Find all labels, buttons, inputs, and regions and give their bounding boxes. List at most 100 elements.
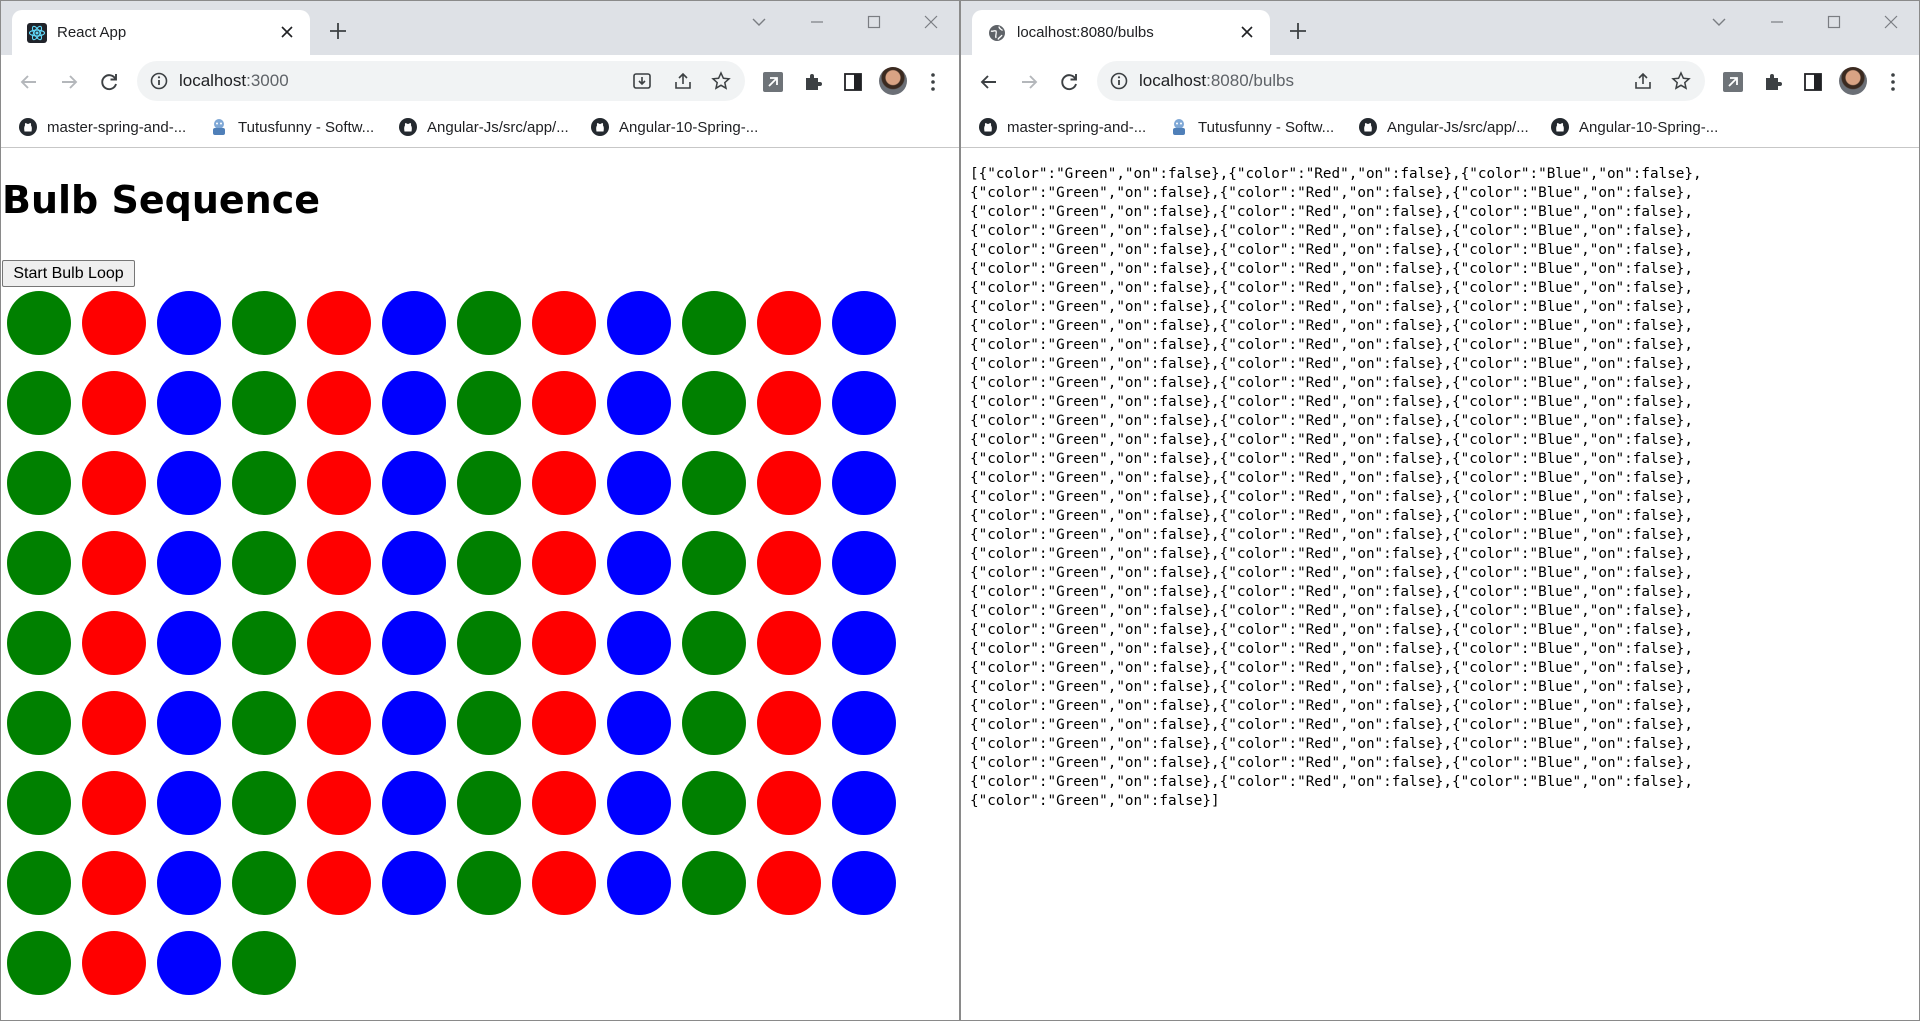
extensions-puzzle-icon[interactable]: [801, 70, 825, 94]
address-bar[interactable]: localhost:3000: [137, 61, 745, 101]
bulb-red: [532, 531, 596, 595]
close-window-icon[interactable]: [913, 9, 949, 35]
bulb-blue: [157, 451, 221, 515]
bulb-red: [532, 611, 596, 675]
bulb-blue: [832, 771, 896, 835]
share-icon[interactable]: [672, 70, 694, 92]
close-tab-icon[interactable]: [1236, 21, 1258, 43]
bulb-green: [682, 451, 746, 515]
json-line: {"color":"Green","on":false},{"color":"R…: [970, 489, 1694, 505]
tab-title: localhost:8080/bulbs: [1017, 24, 1154, 41]
json-line: {"color":"Green","on":false},{"color":"R…: [970, 204, 1694, 220]
bulb-blue: [832, 291, 896, 355]
reload-icon[interactable]: [1057, 70, 1081, 94]
bookmark-item[interactable]: master-spring-and-...: [978, 114, 1146, 140]
tab-react-app[interactable]: React App: [12, 10, 310, 55]
bulb-green: [682, 691, 746, 755]
bulb-green: [457, 611, 521, 675]
back-icon[interactable]: [977, 70, 1001, 94]
bulb-blue: [157, 531, 221, 595]
tab-bulbs-api[interactable]: localhost:8080/bulbs: [972, 10, 1270, 55]
bookmark-label: Angular-Js/src/app/...: [1387, 118, 1529, 136]
bookmark-item[interactable]: Angular-Js/src/app/...: [1358, 114, 1529, 140]
new-tab-icon[interactable]: [1286, 19, 1310, 43]
install-app-icon[interactable]: [631, 70, 653, 92]
bulb-red: [757, 531, 821, 595]
share-icon[interactable]: [1632, 70, 1654, 92]
bookmark-item[interactable]: Tutusfunny - Softw...: [1169, 114, 1334, 140]
back-icon[interactable]: [17, 70, 41, 94]
tab-search-chevron-icon[interactable]: [741, 9, 777, 35]
bookmark-item[interactable]: master-spring-and-...: [18, 114, 186, 140]
extensions-puzzle-icon[interactable]: [1761, 70, 1785, 94]
bookmark-label: master-spring-and-...: [1007, 118, 1147, 136]
bulb-red: [757, 451, 821, 515]
start-bulb-loop-button[interactable]: Start Bulb Loop: [2, 260, 135, 287]
bulb-green: [232, 451, 296, 515]
side-panel-icon[interactable]: [1801, 70, 1825, 94]
close-tab-icon[interactable]: [276, 21, 298, 43]
extension-app-icon[interactable]: [761, 70, 785, 94]
minimize-icon[interactable]: [1759, 9, 1795, 35]
json-line: {"color":"Green","on":false},{"color":"R…: [970, 679, 1694, 695]
bookmark-item[interactable]: Angular-10-Spring-...: [590, 114, 758, 140]
maximize-icon[interactable]: [1816, 9, 1852, 35]
site-info-icon[interactable]: [149, 71, 169, 91]
tab-search-chevron-icon[interactable]: [1701, 9, 1737, 35]
forward-icon[interactable]: [1017, 70, 1041, 94]
bulb-red: [82, 851, 146, 915]
bookmarks-bar: master-spring-and-... Tutusfunny - Softw…: [961, 109, 1919, 148]
json-line: {"color":"Green","on":false},{"color":"R…: [970, 546, 1694, 562]
page-title: Bulb Sequence: [2, 178, 320, 222]
github-icon: [19, 118, 37, 136]
bookmark-label: Angular-10-Spring-...: [619, 118, 759, 136]
url-text[interactable]: localhost:8080/bulbs: [1139, 71, 1294, 91]
bookmark-star-icon[interactable]: [1670, 70, 1692, 92]
bookmark-label: Tutusfunny - Softw...: [238, 118, 375, 136]
github-icon: [979, 118, 997, 136]
json-line: {"color":"Green","on":false},{"color":"R…: [970, 603, 1694, 619]
bulb-blue: [157, 291, 221, 355]
json-line: {"color":"Green","on":false},{"color":"R…: [970, 375, 1694, 391]
json-line: {"color":"Green","on":false},{"color":"R…: [970, 356, 1694, 372]
extension-app-icon[interactable]: [1721, 70, 1745, 94]
bulb-red: [532, 291, 596, 355]
close-window-icon[interactable]: [1873, 9, 1909, 35]
site-info-icon[interactable]: [1109, 71, 1129, 91]
bulb-green: [457, 691, 521, 755]
tutusfunny-icon: [213, 119, 225, 135]
bulb-green: [7, 371, 71, 435]
bulb-green: [457, 531, 521, 595]
bulb-green: [457, 291, 521, 355]
more-menu-icon[interactable]: [1881, 70, 1905, 94]
reload-icon[interactable]: [97, 70, 121, 94]
url-text[interactable]: localhost:3000: [179, 71, 289, 91]
address-bar[interactable]: localhost:8080/bulbs: [1097, 61, 1705, 101]
bulb-green: [232, 611, 296, 675]
more-menu-icon[interactable]: [921, 70, 945, 94]
profile-avatar[interactable]: [1839, 67, 1867, 95]
bulb-blue: [607, 691, 671, 755]
json-line: {"color":"Green","on":false},{"color":"R…: [970, 413, 1694, 429]
bookmark-item[interactable]: Tutusfunny - Softw...: [209, 114, 374, 140]
bulb-blue: [832, 451, 896, 515]
bulb-green: [682, 291, 746, 355]
bulb-green: [682, 371, 746, 435]
profile-avatar[interactable]: [879, 67, 907, 95]
minimize-icon[interactable]: [799, 9, 835, 35]
json-line: {"color":"Green","on":false},{"color":"R…: [970, 508, 1694, 524]
browser-window-bulbs-api: localhost:8080/bulbs localhost:8080/bulb…: [960, 0, 1920, 1021]
new-tab-icon[interactable]: [326, 19, 350, 43]
bookmark-star-icon[interactable]: [710, 70, 732, 92]
forward-icon[interactable]: [57, 70, 81, 94]
side-panel-icon[interactable]: [841, 70, 865, 94]
bookmark-item[interactable]: Angular-Js/src/app/...: [398, 114, 569, 140]
bulb-green: [7, 611, 71, 675]
tutusfunny-icon: [1173, 119, 1185, 135]
json-line: {"color":"Green","on":false},{"color":"R…: [970, 242, 1694, 258]
bulb-red: [307, 771, 371, 835]
bookmark-item[interactable]: Angular-10-Spring-...: [1550, 114, 1718, 140]
bulb-blue: [157, 691, 221, 755]
bulb-red: [532, 771, 596, 835]
maximize-icon[interactable]: [856, 9, 892, 35]
